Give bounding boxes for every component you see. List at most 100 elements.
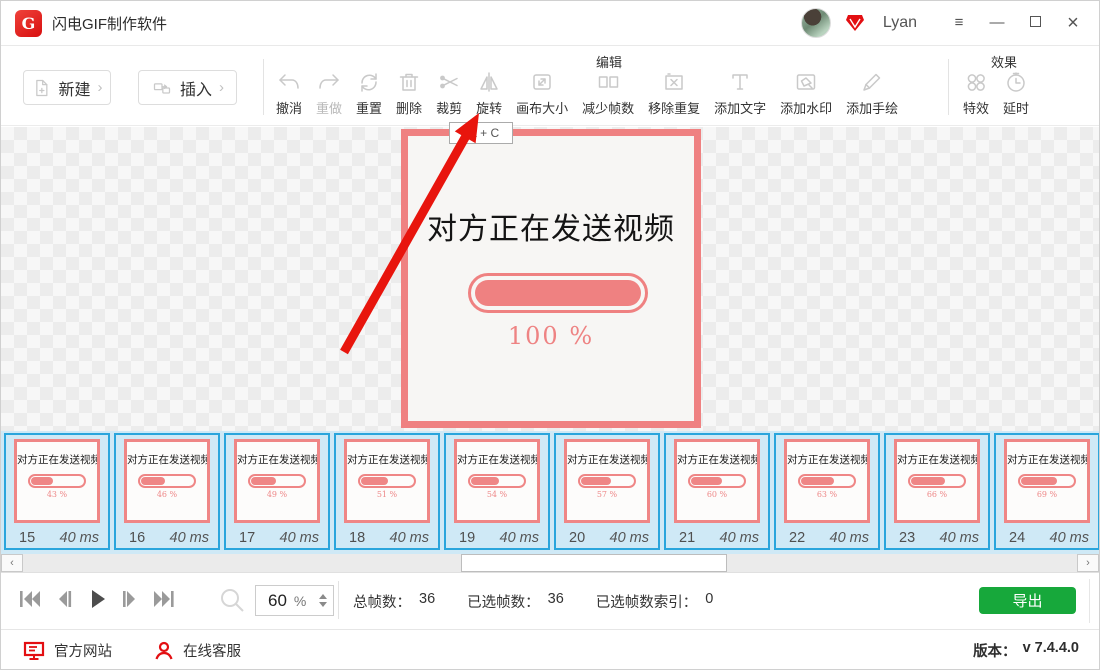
thumbnail-percent: 49 % [237,490,317,499]
undo-button[interactable]: 撤消 [269,69,309,117]
thumbnail-percent: 69 % [1007,490,1087,499]
user-avatar[interactable] [801,8,831,38]
thumbnail-progress-fill [251,477,276,485]
frame-number: 22 [789,530,805,546]
new-button[interactable]: 新建 › [23,70,111,105]
crop-shortcut-tooltip: Alt + C [449,122,513,144]
canvas-size-button[interactable]: 画布大小 [509,69,575,117]
reduce-frames-button[interactable]: 减少帧数 [575,69,641,117]
undo-icon [276,69,302,95]
canvas-area: 对方正在发送视频 100 % [1,127,1099,431]
thumbnail-percent: 54 % [457,490,537,499]
chevron-right-icon: › [219,79,224,96]
thumbnail-progress-fill [141,477,165,485]
frame-cell[interactable]: 对方正在发送视频 51 % 18 40 ms [334,433,440,550]
crop-button[interactable]: 裁剪 [429,69,469,117]
filmstrip-scrollbar[interactable]: ‹ › [1,554,1099,573]
username[interactable]: Lyan [883,14,917,32]
frame-cell[interactable]: 对方正在发送视频 60 % 21 40 ms [664,433,770,550]
frame-duration: 40 ms [940,530,980,546]
version-info: 版本： v 7.4.4.0 [973,640,1079,661]
scrollbar-thumb[interactable] [461,554,727,572]
frame-number: 24 [1009,530,1025,546]
next-frame-button[interactable] [118,587,140,611]
minimize-icon[interactable]: — [985,11,1009,35]
frame-thumbnail: 对方正在发送视频 46 % [124,439,210,523]
frame-thumbnail: 对方正在发送视频 60 % [674,439,760,523]
toolbar: 新建 › 插入 › 编辑 效果 撤消 重做 [1,46,1099,126]
version-label: 版本： [973,640,1017,661]
add-text-button[interactable]: 添加文字 [707,69,773,117]
frame-number: 17 [239,530,255,546]
official-website-link[interactable]: 官方网站 [23,640,112,661]
zoom-level-input[interactable]: 60 % [255,585,334,616]
insert-button[interactable]: 插入 › [138,70,237,105]
thumbnail-percent: 60 % [677,490,757,499]
scroll-left-button[interactable]: ‹ [1,554,23,572]
redo-button[interactable]: 重做 [309,69,349,117]
last-frame-button[interactable] [150,587,177,611]
remove-duplicates-button[interactable]: 移除重复 [641,69,707,117]
frame-cell[interactable]: 对方正在发送视频 43 % 15 40 ms [4,433,110,550]
frame-thumbnail: 对方正在发送视频 69 % [1004,439,1090,523]
thumbnail-progress-fill [1021,477,1057,485]
close-icon[interactable]: × [1061,11,1085,35]
frame-duration: 40 ms [60,530,100,546]
thumbnail-progress-bar [798,474,856,488]
thumbnail-progress-fill [581,477,611,485]
frames-icon [595,69,621,95]
reset-button[interactable]: 重置 [349,69,389,117]
previous-frame-button[interactable] [54,587,76,611]
add-watermark-button[interactable]: 添加水印 [773,69,839,117]
frame-cell[interactable]: 对方正在发送视频 69 % 24 40 ms [994,433,1099,550]
thumbnail-progress-bar [468,474,526,488]
zoom-decrease-icon[interactable] [319,602,327,607]
zoom-increase-icon[interactable] [319,594,327,599]
stat-item: 总帧数： 36 [353,591,435,612]
first-frame-button[interactable] [17,587,44,611]
rotate-button[interactable]: 旋转 [469,69,509,117]
reset-icon [356,69,382,95]
frame-thumbnail: 对方正在发送视频 66 % [894,439,980,523]
thumbnail-progress-fill [471,477,499,485]
frame-cell[interactable]: 对方正在发送视频 63 % 22 40 ms [774,433,880,550]
frame-number: 19 [459,530,475,546]
scroll-right-button[interactable]: › [1077,554,1099,572]
frame-thumbnail: 对方正在发送视频 57 % [564,439,650,523]
new-file-icon [31,78,51,98]
maximize-icon[interactable] [1023,11,1047,35]
frame-cell[interactable]: 对方正在发送视频 46 % 16 40 ms [114,433,220,550]
special-effects-button[interactable]: 特效 [956,69,996,117]
add-drawing-button[interactable]: 添加手绘 [839,69,905,117]
thumbnail-text: 对方正在发送视频 [457,452,537,467]
play-button[interactable] [86,587,108,611]
thumbnail-progress-bar [138,474,196,488]
frame-cell[interactable]: 对方正在发送视频 54 % 19 40 ms [444,433,550,550]
menu-icon[interactable]: ≡ [947,11,971,35]
thumbnail-text: 对方正在发送视频 [127,452,207,467]
frame-cell[interactable]: 对方正在发送视频 57 % 20 40 ms [554,433,660,550]
delay-button[interactable]: 延时 [996,69,1036,117]
zoom-unit: % [294,593,306,609]
online-support-link[interactable]: 在线客服 [154,640,241,661]
stat-item: 已选帧数： 36 [467,591,564,612]
frame-cell[interactable]: 对方正在发送视频 49 % 17 40 ms [224,433,330,550]
frame-number: 15 [19,530,35,546]
thumbnail-text: 对方正在发送视频 [1007,452,1087,467]
frame-duration: 40 ms [280,530,320,546]
frame-number: 21 [679,530,695,546]
export-button[interactable]: 导出 [979,587,1076,614]
gif-preview-frame[interactable]: 对方正在发送视频 100 % [401,129,701,428]
frame-thumbnail: 对方正在发送视频 63 % [784,439,870,523]
delete-button[interactable]: 删除 [389,69,429,117]
frame-cell[interactable]: 对方正在发送视频 66 % 23 40 ms [884,433,990,550]
thumbnail-percent: 51 % [347,490,427,499]
frame-number: 18 [349,530,365,546]
frame-thumbnail: 对方正在发送视频 49 % [234,439,320,523]
thumbnail-text: 对方正在发送视频 [677,452,757,467]
zoom-value[interactable]: 60 [268,591,287,611]
watermark-icon [793,69,819,95]
online-support-label: 在线客服 [183,640,241,661]
text-icon [727,69,753,95]
insert-icon [151,78,173,98]
